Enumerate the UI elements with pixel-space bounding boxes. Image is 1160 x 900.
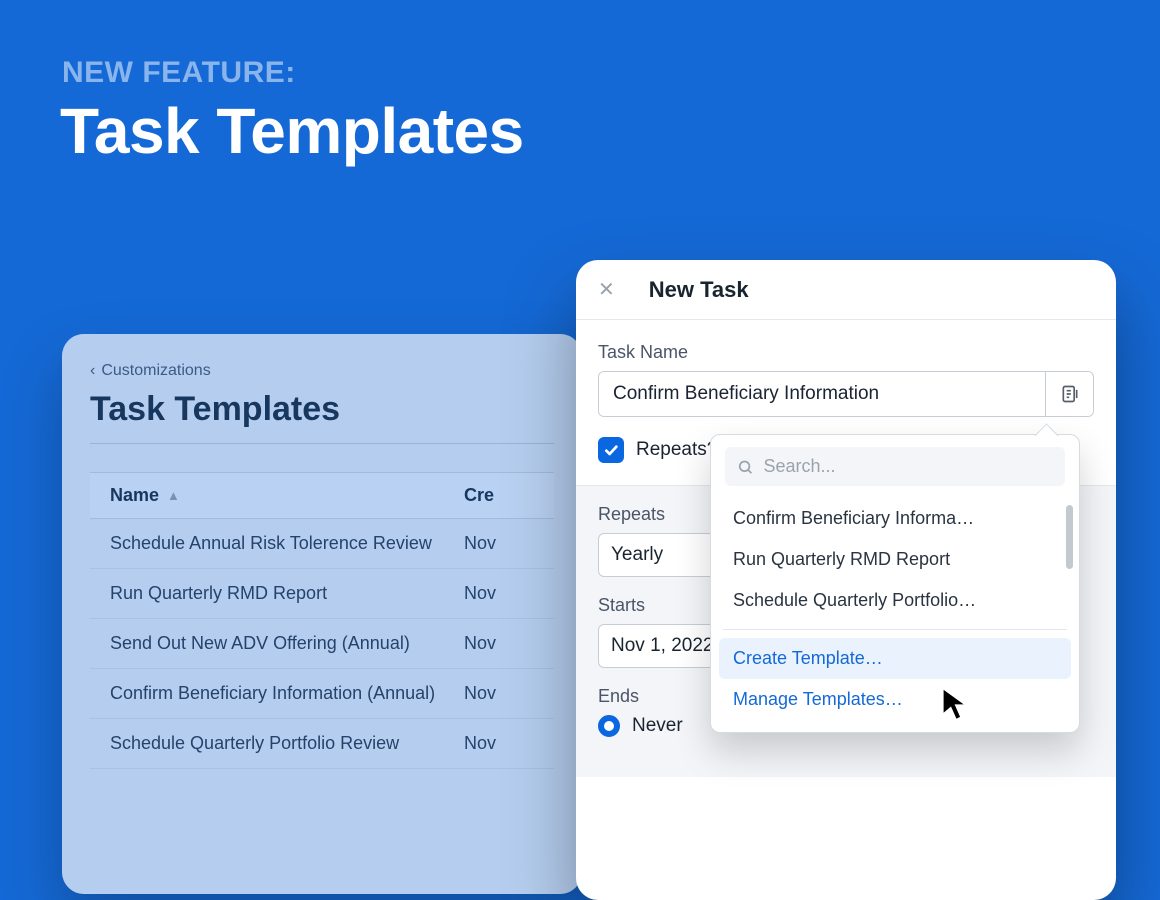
cell-created: Nov — [464, 569, 554, 618]
template-search-input[interactable] — [763, 456, 1053, 477]
cell-created: Nov — [464, 719, 554, 768]
task-name-input[interactable] — [599, 372, 1045, 416]
cell-name: Confirm Beneficiary Information (Annual) — [90, 669, 464, 718]
breadcrumb-label: Customizations — [101, 362, 210, 380]
breadcrumb-customizations[interactable]: ‹ Customizations — [90, 362, 554, 380]
divider — [90, 443, 554, 444]
templates-table: Name ▲ Cre Schedule Annual Risk Tolerenc… — [90, 472, 554, 769]
template-search[interactable] — [725, 447, 1065, 486]
template-icon — [1060, 384, 1080, 404]
hero-kicker: NEW FEATURE: — [62, 56, 296, 90]
sort-ascending-icon: ▲ — [167, 488, 180, 503]
hero-title: Task Templates — [60, 94, 524, 168]
cell-created: Nov — [464, 519, 554, 568]
template-option[interactable]: Confirm Beneficiary Informa… — [719, 498, 1071, 539]
template-picker-popover: Confirm Beneficiary Informa… Run Quarter… — [710, 434, 1080, 733]
table-row[interactable]: Schedule Quarterly Portfolio Review Nov — [90, 719, 554, 769]
task-name-input-wrap — [598, 371, 1094, 417]
cell-name: Send Out New ADV Offering (Annual) — [90, 619, 464, 668]
column-header-name[interactable]: Name ▲ — [90, 473, 464, 518]
repeats-checkbox[interactable] — [598, 437, 624, 463]
divider — [723, 629, 1067, 630]
manage-templates-action[interactable]: Manage Templates… — [719, 679, 1071, 720]
close-icon[interactable]: ✕ — [598, 280, 615, 300]
ends-never-radio[interactable] — [598, 715, 620, 737]
modal-header: ✕ New Task — [576, 260, 1116, 320]
check-icon — [603, 442, 619, 458]
cell-created: Nov — [464, 669, 554, 718]
cell-name: Schedule Quarterly Portfolio Review — [90, 719, 464, 768]
template-option[interactable]: Schedule Quarterly Portfolio… — [719, 580, 1071, 621]
column-header-name-label: Name — [110, 485, 159, 506]
cell-name: Run Quarterly RMD Report — [90, 569, 464, 618]
template-picker-button[interactable] — [1045, 372, 1093, 416]
cell-created: Nov — [464, 619, 554, 668]
task-templates-panel: ‹ Customizations Task Templates Name ▲ C… — [62, 334, 582, 894]
repeats-checkbox-label: Repeats? — [636, 439, 717, 461]
chevron-left-icon: ‹ — [90, 362, 95, 380]
table-header: Name ▲ Cre — [90, 472, 554, 519]
template-option[interactable]: Run Quarterly RMD Report — [719, 539, 1071, 580]
page-title: Task Templates — [90, 390, 554, 429]
scrollbar-thumb[interactable] — [1066, 505, 1073, 569]
column-header-created[interactable]: Cre — [464, 473, 554, 518]
table-row[interactable]: Schedule Annual Risk Tolerence Review No… — [90, 519, 554, 569]
table-row[interactable]: Run Quarterly RMD Report Nov — [90, 569, 554, 619]
modal-title: New Task — [649, 277, 749, 303]
table-row[interactable]: Confirm Beneficiary Information (Annual)… — [90, 669, 554, 719]
search-icon — [737, 458, 753, 476]
create-template-action[interactable]: Create Template… — [719, 638, 1071, 679]
table-row[interactable]: Send Out New ADV Offering (Annual) Nov — [90, 619, 554, 669]
ends-never-label: Never — [632, 715, 683, 737]
cell-name: Schedule Annual Risk Tolerence Review — [90, 519, 464, 568]
task-name-label: Task Name — [598, 342, 1094, 363]
